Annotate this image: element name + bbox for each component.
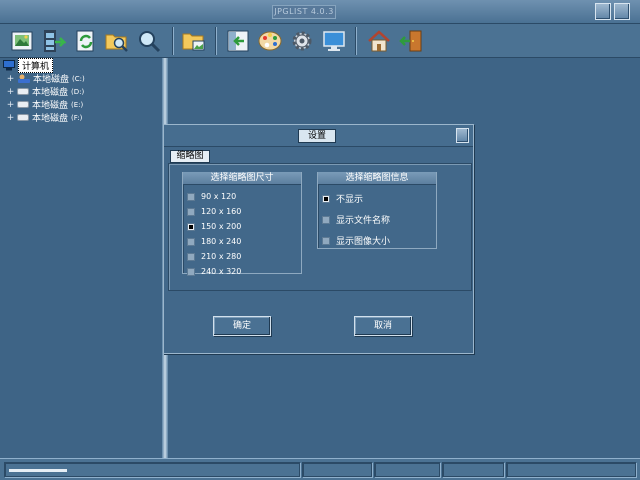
option-checkbox[interactable] <box>187 192 195 201</box>
expand-icon[interactable]: + <box>6 74 15 84</box>
drive-label: 本地磁盘 <box>32 114 69 124</box>
option-label: 显示文件名称 <box>336 216 391 226</box>
info-option[interactable]: 显示图像大小 <box>322 234 390 247</box>
window-title: JPGLIST 4.0.3 <box>272 5 336 19</box>
tab-panel: 选择缩略图尺寸 90 x 120 120 x 160 150 x 200 180… <box>168 163 472 291</box>
info-option[interactable]: 显示文件名称 <box>322 213 390 226</box>
magnifier-icon[interactable] <box>136 28 162 54</box>
tree-item-drive[interactable]: + 本地磁盘 (F:) <box>6 111 83 125</box>
title-bar: JPGLIST 4.0.3 <box>0 0 640 24</box>
palette-icon[interactable] <box>257 28 283 54</box>
dialog-title: 设置 <box>298 129 336 143</box>
panel-arrow-icon[interactable] <box>225 28 251 54</box>
tree-item-drive[interactable]: + 本地磁盘 (D:) <box>6 85 85 99</box>
option-label: 180 x 240 <box>201 237 242 246</box>
group-title: 选择缩略图信息 <box>318 172 436 185</box>
cancel-button[interactable]: 取消 <box>354 316 412 336</box>
option-checkbox[interactable] <box>187 252 195 261</box>
option-label: 240 x 320 <box>201 267 242 276</box>
info-option[interactable]: 不显示 <box>322 192 363 205</box>
option-checkbox[interactable] <box>187 267 195 276</box>
status-cell <box>442 462 504 477</box>
settings-dialog: 设置 缩略图 选择缩略图尺寸 90 x 120 120 x 160 150 x … <box>163 124 474 354</box>
option-label: 显示图像大小 <box>336 237 391 247</box>
size-option[interactable]: 240 x 320 <box>187 267 241 276</box>
hard-drive-icon <box>17 114 29 121</box>
exit-door-icon[interactable] <box>398 28 424 54</box>
option-checkbox[interactable] <box>322 194 330 203</box>
group-title: 选择缩略图尺寸 <box>183 172 301 185</box>
home-icon[interactable] <box>366 28 392 54</box>
thumbnail-info-group: 选择缩略图信息 不显示 显示文件名称 显示图像大小 <box>317 172 437 249</box>
tree-item-drive[interactable]: + 本地磁盘 (E:) <box>6 98 84 112</box>
option-checkbox[interactable] <box>187 207 195 216</box>
hard-drive-icon <box>17 88 29 95</box>
folder-search-icon[interactable] <box>104 28 130 54</box>
drive-letter: (E:) <box>71 100 84 109</box>
tree-item-drive[interactable]: + 本地磁盘 (C:) <box>6 72 85 86</box>
drive-letter: (C:) <box>72 74 85 83</box>
option-label: 不显示 <box>336 195 364 205</box>
toolbar-separator <box>355 27 357 55</box>
toolbar <box>0 24 640 58</box>
refresh-icon[interactable] <box>73 28 99 54</box>
option-checkbox[interactable] <box>187 237 195 246</box>
size-option[interactable]: 180 x 240 <box>187 237 241 246</box>
drive-label: 本地磁盘 <box>33 75 70 85</box>
user-drive-icon <box>18 74 30 83</box>
expand-icon[interactable]: + <box>6 87 15 97</box>
option-checkbox[interactable] <box>187 222 195 231</box>
status-cell <box>374 462 440 477</box>
tab-thumbnail[interactable]: 缩略图 <box>170 150 210 163</box>
toolbar-separator <box>215 27 217 55</box>
hard-drive-icon <box>17 101 29 108</box>
drive-label: 本地磁盘 <box>32 88 69 98</box>
drive-letter: (D:) <box>71 87 85 96</box>
status-bar <box>0 458 640 480</box>
ok-button[interactable]: 确定 <box>213 316 271 336</box>
tree-root-computer[interactable]: 计算机 <box>3 58 54 73</box>
dialog-title-bar[interactable]: 设置 <box>164 125 473 147</box>
size-option[interactable]: 150 x 200 <box>187 222 241 231</box>
close-button[interactable] <box>614 3 630 20</box>
folder-image-icon[interactable] <box>181 28 207 54</box>
size-option[interactable]: 210 x 280 <box>187 252 241 261</box>
status-cell <box>506 462 636 477</box>
option-label: 120 x 160 <box>201 207 242 216</box>
filmstrip-icon[interactable] <box>40 28 66 54</box>
status-progress-cell <box>4 462 300 477</box>
computer-icon <box>3 60 15 71</box>
thumbnail-size-group: 选择缩略图尺寸 90 x 120 120 x 160 150 x 200 180… <box>182 172 302 276</box>
option-label: 210 x 280 <box>201 252 242 261</box>
image-icon[interactable] <box>9 28 35 54</box>
option-checkbox[interactable] <box>322 215 330 224</box>
expand-icon[interactable]: + <box>6 100 15 110</box>
option-checkbox[interactable] <box>322 236 330 245</box>
drive-letter: (F:) <box>71 113 83 122</box>
option-label: 150 x 200 <box>201 222 242 231</box>
option-label: 90 x 120 <box>201 192 237 201</box>
progress-bar <box>9 469 67 472</box>
drive-label: 本地磁盘 <box>32 101 69 111</box>
dialog-close-button[interactable] <box>456 128 469 143</box>
gear-icon[interactable] <box>289 28 315 54</box>
tree-root-label: 计算机 <box>18 58 54 73</box>
expand-icon[interactable]: + <box>6 113 15 123</box>
size-option[interactable]: 90 x 120 <box>187 192 236 201</box>
monitor-icon[interactable] <box>321 28 347 54</box>
size-option[interactable]: 120 x 160 <box>187 207 241 216</box>
folder-tree[interactable]: 计算机 + 本地磁盘 (C:) + 本地磁盘 (D:) + 本地磁盘 (E:) … <box>0 58 162 458</box>
minimize-button[interactable] <box>595 3 611 20</box>
status-cell <box>302 462 372 477</box>
toolbar-separator <box>172 27 174 55</box>
